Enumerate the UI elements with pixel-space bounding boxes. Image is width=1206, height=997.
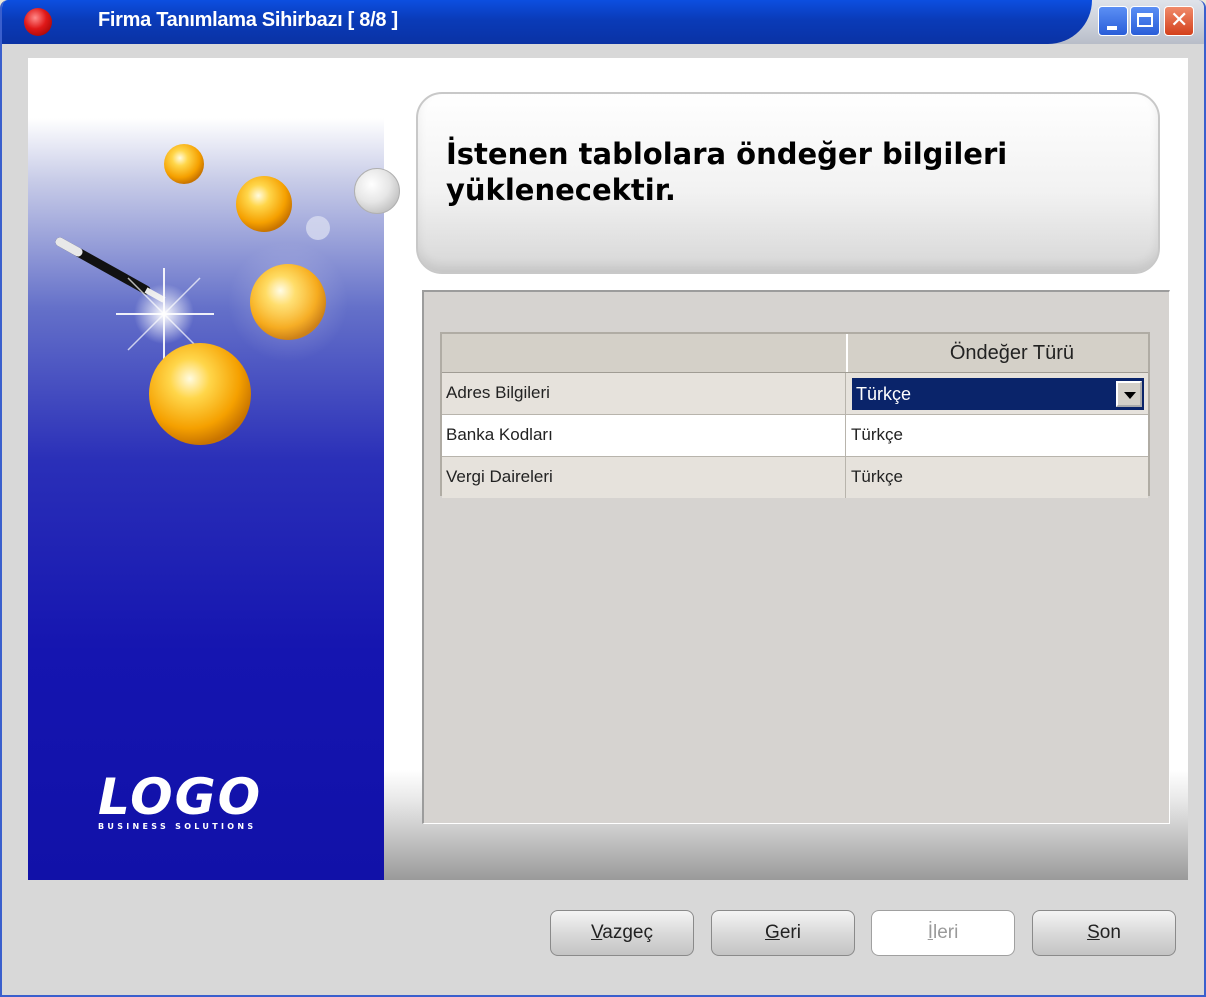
finish-label: on <box>1099 922 1121 943</box>
row-name: Vergi Daireleri <box>442 457 846 498</box>
defaults-grid: Öndeğer Türü Adres Bilgileri Türkçe Bank… <box>440 332 1150 498</box>
wizard-banner: LOGO BUSINESS SOLUTIONS <box>28 118 384 880</box>
finish-accelerator: S <box>1087 922 1100 943</box>
close-button[interactable]: ✕ <box>1164 6 1194 36</box>
dropdown-button[interactable] <box>1116 381 1142 407</box>
cancel-button[interactable]: Vazgeç <box>550 910 694 956</box>
row-value[interactable]: Türkçe <box>847 415 1148 456</box>
table-row[interactable]: Banka Kodları Türkçe <box>442 415 1148 457</box>
row-value[interactable]: Türkçe <box>847 457 1148 498</box>
row-name: Banka Kodları <box>442 415 846 456</box>
logo-subtext: BUSINESS SOLUTIONS <box>98 822 257 831</box>
maximize-button[interactable] <box>1130 6 1160 36</box>
default-type-dropdown[interactable]: Türkçe <box>852 378 1144 410</box>
bubble-decoration <box>354 168 400 214</box>
table-row[interactable]: Vergi Daireleri Türkçe <box>442 457 1148 498</box>
banner-illustration <box>55 144 348 445</box>
app-icon[interactable] <box>24 8 52 36</box>
title-bar[interactable]: Firma Tanımlama Sihirbazı [ 8/8 ] ✕ <box>2 0 1204 44</box>
orb-medium <box>236 176 292 232</box>
dropdown-value: Türkçe <box>856 384 912 404</box>
column-header-name[interactable] <box>442 334 848 372</box>
next-label: leri <box>932 922 959 943</box>
back-label: eri <box>779 922 801 943</box>
logo: LOGO <box>98 768 263 826</box>
maximize-icon <box>1137 13 1153 27</box>
wizard-window: Firma Tanımlama Sihirbazı [ 8/8 ] ✕ LOGO… <box>0 0 1206 997</box>
row-name: Adres Bilgileri <box>442 373 846 414</box>
page-heading: İstenen tablolara öndeğer bilgileri yükl… <box>446 137 1008 207</box>
finish-button[interactable]: Son <box>1032 910 1176 956</box>
cancel-accelerator: V <box>591 922 603 943</box>
orb-xlarge <box>149 343 251 445</box>
minimize-icon <box>1107 26 1117 30</box>
table-row[interactable]: Adres Bilgileri Türkçe <box>442 373 1148 415</box>
window-title: Firma Tanımlama Sihirbazı [ 8/8 ] <box>98 9 398 31</box>
back-button[interactable]: Geri <box>711 910 855 956</box>
orb-small <box>164 144 204 184</box>
next-button[interactable]: İleri <box>871 910 1015 956</box>
back-accelerator: G <box>765 922 780 943</box>
minimize-button[interactable] <box>1098 6 1128 36</box>
grid-header: Öndeğer Türü <box>442 334 1148 373</box>
chevron-down-icon <box>1124 392 1136 399</box>
column-header-default-type[interactable]: Öndeğer Türü <box>848 334 1148 372</box>
cancel-label: azgeç <box>602 922 653 943</box>
close-icon: ✕ <box>1170 8 1189 33</box>
